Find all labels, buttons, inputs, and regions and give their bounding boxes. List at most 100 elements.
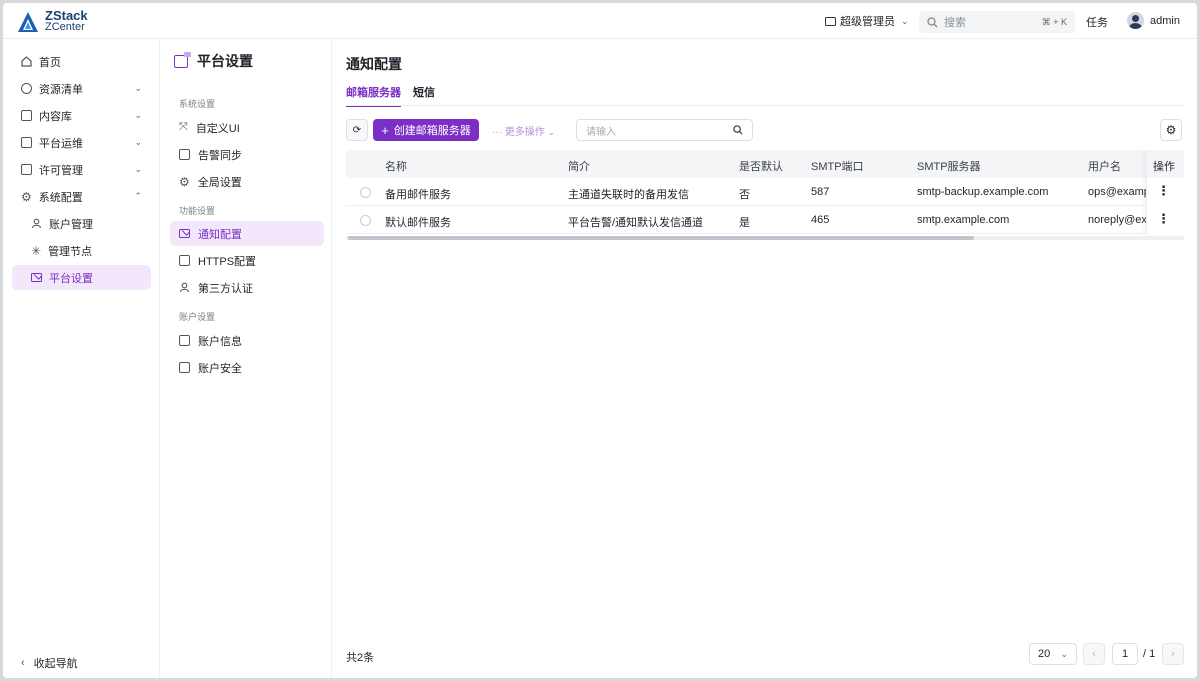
global-search[interactable]: 搜索 ⌘ + K bbox=[919, 11, 1075, 33]
panel-item-global-settings[interactable]: ⚙ 全局设置 bbox=[170, 169, 324, 194]
refresh-icon: ⟳ bbox=[352, 124, 362, 136]
brand-product: ZCenter bbox=[45, 21, 85, 33]
panel-item-third-party-auth[interactable]: 第三方认证 bbox=[170, 275, 324, 300]
cell-name: 默认邮件服务 bbox=[385, 217, 451, 229]
panel-item-label: 通知配置 bbox=[198, 228, 242, 241]
sidebar-item-library[interactable]: 内容库 ⌄ bbox=[12, 103, 151, 128]
filter-placeholder: 请输入 bbox=[586, 126, 616, 138]
logo[interactable]: ZStack ZCenter bbox=[17, 9, 107, 35]
tabs-divider bbox=[346, 105, 1184, 106]
chevron-right-icon: › bbox=[1171, 648, 1175, 660]
chevron-down-icon: ⌄ bbox=[1060, 648, 1068, 659]
sidebar-item-label: 许可管理 bbox=[39, 164, 83, 177]
cell-name: 备用邮件服务 bbox=[385, 189, 451, 201]
row-radio[interactable] bbox=[360, 215, 371, 226]
panel-item-https[interactable]: HTTPS配置 bbox=[170, 248, 324, 273]
cell-default: 是 bbox=[739, 217, 750, 229]
page-size-select[interactable]: 20 ⌄ bbox=[1029, 643, 1077, 665]
cell-description: 平台告警/通知默认发信通道 bbox=[568, 217, 704, 229]
tab-sms[interactable]: 短信 bbox=[413, 84, 435, 105]
sidebar-item-account-management[interactable]: 账户管理 bbox=[12, 211, 151, 236]
sidebar-item-license[interactable]: 许可管理 ⌄ bbox=[12, 157, 151, 182]
column-header-username[interactable]: 用户名 bbox=[1088, 158, 1144, 174]
chevron-down-icon: ⌄ bbox=[134, 164, 142, 174]
tasks-link[interactable]: 任务 bbox=[1086, 14, 1108, 30]
top-header: ZStack ZCenter 超级管理员 ⌄ 搜索 ⌘ + K 任务 admin bbox=[3, 3, 1197, 39]
gear-icon: ⚙ bbox=[21, 189, 32, 204]
search-icon bbox=[733, 125, 743, 135]
chevron-down-icon: ⌄ bbox=[901, 15, 909, 26]
next-page-button[interactable]: › bbox=[1162, 643, 1184, 665]
custom-ui-icon: ⤧ bbox=[179, 121, 188, 133]
role-switcher[interactable]: 超级管理员 ⌄ bbox=[825, 13, 909, 29]
panel-item-notification[interactable]: 通知配置 bbox=[170, 221, 324, 246]
document-icon bbox=[179, 335, 190, 346]
mail-icon bbox=[31, 273, 42, 282]
current-page-input[interactable]: 1 bbox=[1112, 643, 1138, 665]
email-server-table: 名称 简介 是否默认 SMTP端口 SMTP服务器 用户名 备用邮件服务 主通道… bbox=[346, 150, 1184, 244]
more-actions-button[interactable]: ··· 更多操作 ⌄ bbox=[492, 123, 555, 138]
cell-username: noreply@example.com bbox=[1088, 214, 1146, 226]
column-header-operations: 操作 bbox=[1147, 150, 1184, 178]
page-size-value: 20 bbox=[1038, 648, 1051, 660]
refresh-button[interactable]: ⟳ bbox=[346, 119, 368, 141]
table-horizontal-scrollbar[interactable] bbox=[346, 236, 1184, 240]
panel-item-label: 账户信息 bbox=[198, 335, 242, 348]
cell-smtp-port: 587 bbox=[811, 186, 830, 198]
sidebar-item-label: 账户管理 bbox=[49, 218, 93, 231]
cell-description: 主通道失联时的备用发信 bbox=[568, 189, 689, 201]
column-header-smtp-server[interactable]: SMTP服务器 bbox=[917, 158, 981, 174]
filter-input[interactable]: 请输入 bbox=[576, 119, 753, 141]
cell-smtp-server: smtp.example.com bbox=[917, 214, 1010, 226]
group-label-system: 系统设置 bbox=[179, 99, 216, 109]
panel-title: 平台设置 bbox=[174, 51, 253, 71]
total-count: 共2条 bbox=[346, 652, 375, 664]
table-settings-button[interactable]: ⚙ bbox=[1160, 119, 1182, 141]
sidebar-item-label: 系统配置 bbox=[38, 191, 83, 204]
chevron-up-icon: ⌃ bbox=[134, 191, 142, 201]
sidebar-item-resources[interactable]: 资源清单 ⌄ bbox=[12, 76, 151, 101]
panel-item-label: 第三方认证 bbox=[198, 282, 253, 295]
row-more-menu-icon[interactable]: ⋮ bbox=[1157, 211, 1170, 227]
column-header-name[interactable]: 名称 bbox=[385, 158, 407, 174]
collapse-nav-label: 收起导航 bbox=[33, 658, 78, 670]
chevron-down-icon: ⌄ bbox=[134, 137, 142, 147]
sidebar-item-operations[interactable]: 平台运维 ⌄ bbox=[12, 130, 151, 155]
tab-email-server[interactable]: 邮箱服务器 bbox=[346, 84, 401, 107]
cell-default: 否 bbox=[739, 189, 750, 201]
scrollbar-thumb[interactable] bbox=[348, 236, 974, 240]
page-title: 通知配置 bbox=[346, 56, 402, 72]
column-header-description[interactable]: 简介 bbox=[568, 158, 590, 174]
panel-item-label: HTTPS配置 bbox=[198, 255, 257, 268]
panel-item-label: 自定义UI bbox=[195, 122, 240, 135]
create-email-server-button[interactable]: + 创建邮箱服务器 bbox=[373, 119, 479, 141]
license-icon bbox=[21, 164, 32, 175]
cell-smtp-port: 465 bbox=[811, 214, 830, 226]
row-radio[interactable] bbox=[360, 187, 371, 198]
collapse-nav-button[interactable]: ‹ 收起导航 bbox=[21, 655, 78, 671]
sidebar-nav: 首页 资源清单 ⌄ 内容库 ⌄ 平台运维 ⌄ 许可管理 ⌄ ⚙ 系统配置 ⌃ 账… bbox=[3, 39, 160, 678]
chevron-down-icon: ⌄ bbox=[134, 110, 142, 120]
user-menu[interactable]: admin bbox=[1127, 12, 1180, 29]
logo-mark-icon bbox=[18, 12, 38, 32]
sidebar-item-label: 平台运维 bbox=[39, 137, 83, 150]
panel-item-custom-ui[interactable]: ⤧ 自定义UI bbox=[170, 115, 324, 140]
column-header-smtp-port[interactable]: SMTP端口 bbox=[811, 158, 864, 174]
sidebar-item-management-nodes[interactable]: ✳ 管理节点 bbox=[12, 238, 151, 263]
row-more-menu-icon[interactable]: ⋮ bbox=[1157, 183, 1170, 199]
sidebar-item-label: 首页 bbox=[39, 56, 61, 69]
globe-icon bbox=[21, 83, 32, 94]
column-header-default[interactable]: 是否默认 bbox=[739, 158, 783, 174]
panel-item-account-info[interactable]: 账户信息 bbox=[170, 328, 324, 353]
panel-item-account-security[interactable]: 账户安全 bbox=[170, 355, 324, 380]
gear-icon: ⚙ bbox=[179, 174, 190, 189]
sidebar-item-system-config[interactable]: ⚙ 系统配置 ⌃ bbox=[12, 184, 151, 209]
app-window: ZStack ZCenter 超级管理员 ⌄ 搜索 ⌘ + K 任务 admin… bbox=[3, 3, 1197, 678]
user-name: admin bbox=[1150, 14, 1180, 27]
prev-page-button[interactable]: ‹ bbox=[1083, 643, 1105, 665]
table-row[interactable]: 备用邮件服务 主通道失联时的备用发信 否 587 smtp-backup.exa… bbox=[346, 178, 1184, 206]
table-row[interactable]: 默认邮件服务 平台告警/通知默认发信通道 是 465 smtp.example.… bbox=[346, 206, 1184, 234]
panel-item-alarm-sync[interactable]: 告警同步 bbox=[170, 142, 324, 167]
sidebar-item-home[interactable]: 首页 bbox=[12, 49, 151, 74]
sidebar-item-platform-settings[interactable]: 平台设置 bbox=[12, 265, 151, 290]
